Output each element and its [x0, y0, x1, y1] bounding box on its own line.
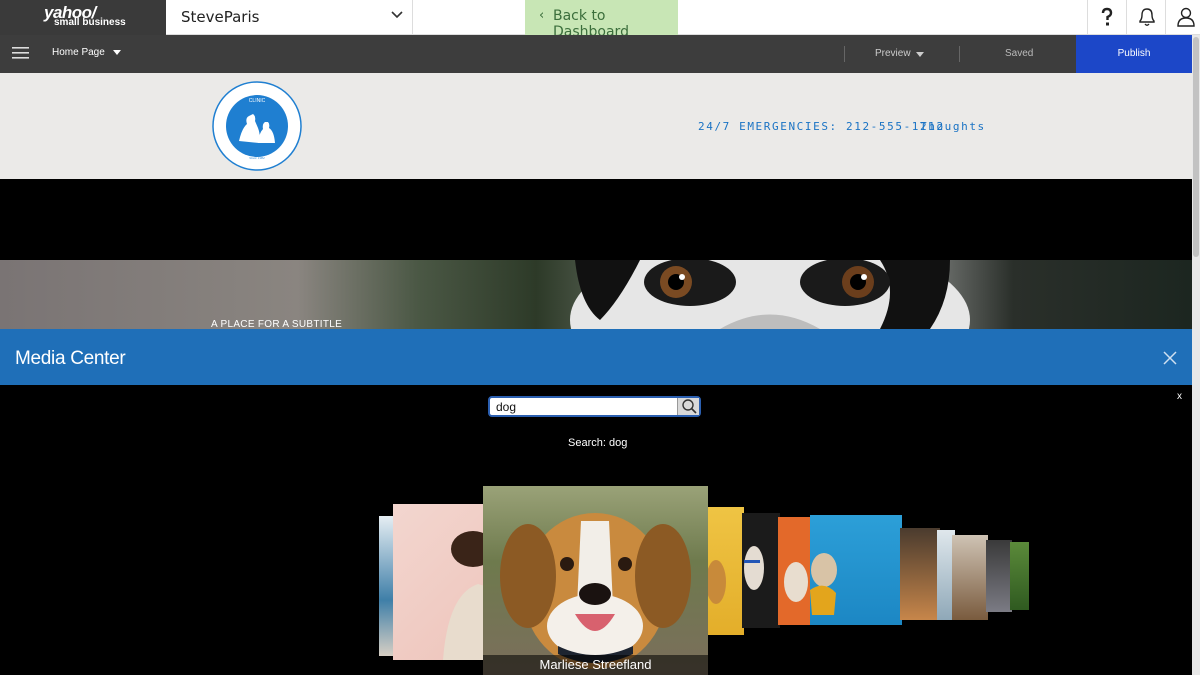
media-thumbnail[interactable] — [986, 540, 1012, 612]
site-header: CLINIC Since 1982 24/7 EMERGENCIES: 212-… — [0, 73, 1192, 179]
page-scrollbar[interactable] — [1192, 35, 1200, 675]
dog-photo — [708, 560, 726, 604]
scrollbar-thumb[interactable] — [1193, 37, 1199, 257]
preview-label: Preview — [875, 48, 911, 59]
close-icon[interactable] — [1162, 350, 1178, 366]
media-thumbnail-selected[interactable] — [483, 486, 708, 675]
logo-since-text: Since 1982 — [249, 156, 265, 160]
media-thumbnail[interactable] — [778, 517, 812, 625]
back-to-dashboard-button[interactable]: ‹ Back to Dashboard — [525, 0, 678, 40]
media-thumbnail[interactable] — [742, 513, 780, 628]
bell-icon — [1139, 8, 1155, 26]
save-status: Saved — [1005, 48, 1034, 59]
dog-photo — [744, 546, 764, 590]
dismiss-x-button[interactable]: x — [1177, 391, 1182, 402]
media-thumbnail[interactable] — [810, 515, 902, 625]
media-center-panel: x Search: dog Marliese Streefland — [0, 385, 1192, 675]
media-thumbnail[interactable] — [952, 535, 988, 620]
media-thumbnail[interactable] — [393, 504, 485, 660]
question-icon — [1101, 7, 1113, 26]
media-thumbnail[interactable] — [900, 528, 940, 620]
media-thumbnail[interactable] — [1010, 542, 1029, 610]
hamburger-menu-icon[interactable] — [12, 46, 30, 60]
yahoo-small-business-logo[interactable]: yahoo/ small business — [0, 0, 166, 35]
logo-clinic-text: CLINIC — [249, 98, 266, 104]
dog-photo — [784, 562, 808, 602]
hero-dog-face — [570, 260, 970, 329]
french-bulldog-photo — [810, 553, 837, 615]
penny-animal-clinic-logo[interactable]: CLINIC Since 1982 — [212, 81, 302, 171]
media-center-title: Media Center — [15, 348, 126, 369]
user-icon — [1177, 7, 1195, 27]
search-button[interactable] — [677, 398, 699, 415]
caret-down-icon — [916, 52, 924, 57]
top-bar: yahoo/ small business SteveParis ‹ Back … — [0, 0, 1200, 40]
media-search-box — [488, 396, 701, 417]
hero-black-band — [0, 179, 1192, 260]
preview-dropdown[interactable]: Preview — [844, 46, 960, 62]
hero-dog-image: A PLACE FOR A SUBTITLE — [0, 260, 1192, 329]
page-selector-label: Home Page — [52, 47, 105, 58]
beagle-photo — [500, 513, 691, 669]
nav-thoughts-link[interactable]: Thoughts — [920, 120, 986, 133]
media-search-input[interactable] — [496, 399, 676, 414]
page-selector[interactable]: Home Page — [52, 47, 121, 58]
search-results-label: Search: dog — [568, 437, 628, 449]
search-icon — [682, 399, 697, 414]
logo-subtitle: small business — [54, 17, 126, 28]
emergency-phone-link[interactable]: 24/7 EMERGENCIES: 212-555-1212 — [698, 120, 945, 133]
editor-toolbar: Home Page Preview Saved Publish — [0, 35, 1192, 73]
chevron-left-icon: ‹ — [539, 8, 545, 23]
media-thumbnail[interactable] — [708, 507, 744, 635]
help-button[interactable] — [1087, 0, 1126, 35]
media-center-header: Media Center — [0, 329, 1192, 385]
selected-media-caption: Marliese Streefland — [483, 655, 708, 675]
site-name: SteveParis — [181, 8, 260, 26]
account-button[interactable] — [1165, 0, 1200, 35]
dog-photo — [443, 531, 485, 660]
site-selector[interactable]: SteveParis — [166, 0, 413, 35]
caret-down-icon — [112, 49, 121, 55]
notifications-button[interactable] — [1126, 0, 1165, 35]
hero-subtitle: A PLACE FOR A SUBTITLE — [211, 319, 343, 329]
publish-button[interactable]: Publish — [1076, 35, 1192, 73]
chevron-down-icon — [391, 11, 403, 19]
